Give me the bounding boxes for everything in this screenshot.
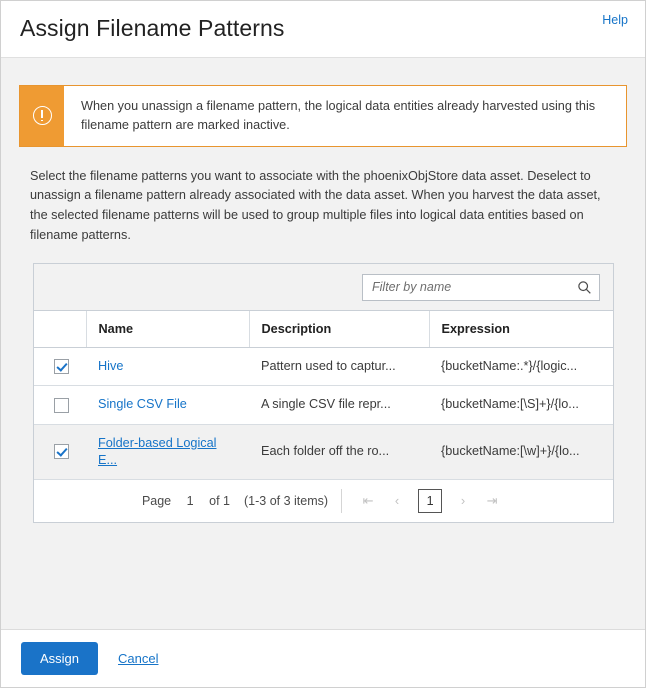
next-page-icon[interactable]: › <box>450 488 476 514</box>
row-checkbox[interactable] <box>54 359 69 374</box>
row-description-cell: Each folder off the ro... <box>249 424 429 479</box>
row-select-cell <box>34 348 86 386</box>
row-name-cell: Hive <box>86 348 249 386</box>
warning-icon-column <box>20 86 64 146</box>
page-total-label: of 1 <box>209 494 230 508</box>
table-row[interactable]: Hive Pattern used to captur... {bucketNa… <box>34 348 613 386</box>
item-range-label: (1-3 of 3 items) <box>244 494 328 508</box>
pagination-bar: Page 1 of 1 (1-3 of 3 items) ⇤ ‹ 1 › ⇥ <box>34 480 613 522</box>
table-row[interactable]: Folder-based Logical E... Each folder of… <box>34 424 613 479</box>
panel-toolbar <box>34 264 613 311</box>
row-description-cell: A single CSV file repr... <box>249 386 429 424</box>
row-expression-cell: {bucketName:.*}/{logic... <box>429 348 613 386</box>
warning-message: When you unassign a filename pattern, th… <box>64 86 626 146</box>
table-row[interactable]: Single CSV File A single CSV file repr..… <box>34 386 613 424</box>
search-icon[interactable] <box>577 280 592 295</box>
page-label: Page <box>142 494 171 508</box>
dialog-body: When you unassign a filename pattern, th… <box>1 58 645 629</box>
assign-button[interactable]: Assign <box>21 642 98 675</box>
dialog-footer: Assign Cancel <box>1 629 645 687</box>
page-number-field[interactable]: 1 <box>185 494 195 508</box>
help-link[interactable]: Help <box>602 13 628 27</box>
column-header-description: Description <box>249 311 429 348</box>
row-name-cell: Single CSV File <box>86 386 249 424</box>
row-name-cell: Folder-based Logical E... <box>86 424 249 479</box>
pagination-info: Page 1 of 1 (1-3 of 3 items) <box>142 494 328 508</box>
row-select-cell <box>34 424 86 479</box>
filter-input[interactable] <box>372 280 577 294</box>
patterns-table: Name Description Expression Hive Pattern… <box>34 311 613 480</box>
table-header-row: Name Description Expression <box>34 311 613 348</box>
row-checkbox[interactable] <box>54 444 69 459</box>
cancel-link[interactable]: Cancel <box>118 651 158 666</box>
row-description-cell: Pattern used to captur... <box>249 348 429 386</box>
dialog-header: Assign Filename Patterns Help <box>1 1 645 58</box>
row-checkbox[interactable] <box>54 398 69 413</box>
pagination-divider <box>341 489 342 513</box>
assign-filename-patterns-dialog: Assign Filename Patterns Help When you u… <box>0 0 646 688</box>
pagination-buttons: ⇤ ‹ 1 › ⇥ <box>355 488 505 514</box>
row-select-cell <box>34 386 86 424</box>
current-page-button[interactable]: 1 <box>418 489 442 513</box>
pattern-name-link[interactable]: Folder-based Logical E... <box>98 436 217 467</box>
row-expression-cell: {bucketName:[\S]+}/{lo... <box>429 386 613 424</box>
last-page-icon[interactable]: ⇥ <box>479 488 505 514</box>
page-title: Assign Filename Patterns <box>20 16 602 41</box>
filter-box[interactable] <box>362 274 600 301</box>
first-page-icon[interactable]: ⇤ <box>355 488 381 514</box>
warning-banner: When you unassign a filename pattern, th… <box>19 85 627 147</box>
pattern-name-link[interactable]: Hive <box>98 359 123 373</box>
exclamation-circle-icon <box>33 106 52 125</box>
instructions-text: Select the filename patterns you want to… <box>30 167 610 246</box>
column-header-name: Name <box>86 311 249 348</box>
row-expression-cell: {bucketName:[\w]+}/{lo... <box>429 424 613 479</box>
column-header-expression: Expression <box>429 311 613 348</box>
previous-page-icon[interactable]: ‹ <box>384 488 410 514</box>
column-header-select <box>34 311 86 348</box>
pattern-name-link[interactable]: Single CSV File <box>98 397 187 411</box>
patterns-panel: Name Description Expression Hive Pattern… <box>33 263 614 523</box>
